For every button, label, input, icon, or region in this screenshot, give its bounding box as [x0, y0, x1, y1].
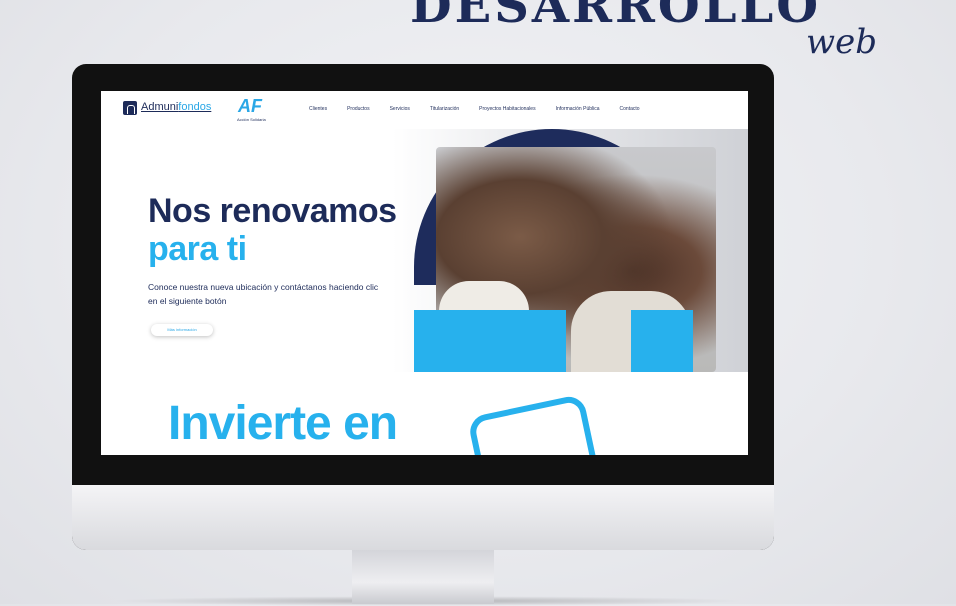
nav-item-proyectos[interactable]: Proyectos Habitacionales [479, 106, 535, 112]
partner-logo-subtitle: Acción Solidaria [237, 117, 266, 122]
hero-title-line1: Nos renovamos [148, 192, 397, 230]
website-screen: Admunifondos AF Acción Solidaria Cliente… [101, 91, 748, 455]
phone-illustration [466, 393, 600, 455]
site-logo[interactable]: Admunifondos [141, 101, 211, 113]
nav-item-servicios[interactable]: Servicios [390, 106, 410, 112]
banner-script: web [806, 22, 877, 62]
nav-item-clientes[interactable]: Clientes [309, 106, 327, 112]
hero-blue-block-right [631, 310, 693, 372]
hero-blue-block-left [414, 310, 566, 372]
hero-title-line2: para ti [148, 230, 247, 268]
hero-description: Conoce nuestra nueva ubicación y contáct… [148, 282, 379, 306]
partner-logo[interactable]: AF [238, 96, 262, 117]
logo-right: fondos [178, 101, 212, 113]
nav-menu: Clientes Productos Servicios Titularizac… [309, 106, 660, 112]
nav-item-contacto[interactable]: Contacto [620, 106, 640, 112]
logo-left: Admuni [141, 101, 179, 113]
monitor-chin [72, 485, 774, 550]
logo-icon[interactable] [123, 101, 137, 115]
section2-title: Invierte en [168, 397, 398, 450]
nav-item-productos[interactable]: Productos [347, 106, 370, 112]
nav-item-informacion[interactable]: Información Pública [556, 106, 600, 112]
site-navbar: Admunifondos AF Acción Solidaria Cliente… [101, 91, 748, 129]
monitor-stand [352, 550, 494, 604]
more-info-button[interactable]: Más información [151, 324, 213, 336]
nav-item-titularizacion[interactable]: Titularización [430, 106, 459, 112]
